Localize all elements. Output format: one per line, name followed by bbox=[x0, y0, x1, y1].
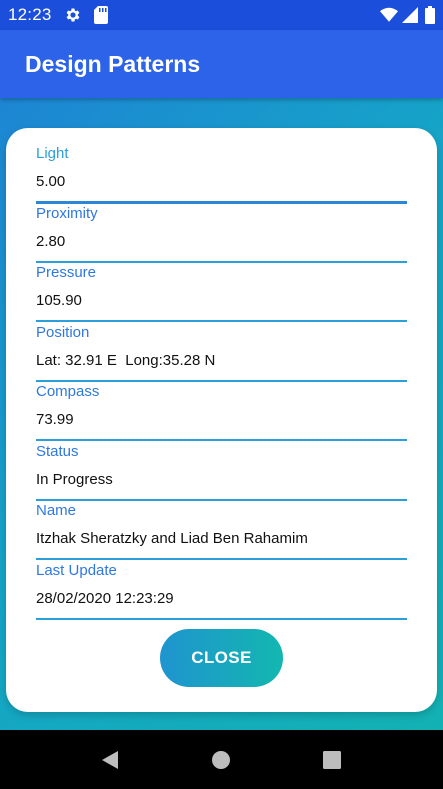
sensor-info-dialog: Light 5.00 Proximity 2.80 Pressure 105.9… bbox=[6, 128, 437, 712]
compass-field[interactable]: Compass 73.99 bbox=[36, 366, 407, 441]
status-bar: 12:23 bbox=[0, 0, 443, 30]
compass-label: Compass bbox=[36, 383, 100, 400]
app-title: Design Patterns bbox=[25, 51, 201, 77]
pressure-field[interactable]: Pressure 105.90 bbox=[36, 247, 407, 322]
name-label: Name bbox=[36, 502, 77, 519]
position-label: Position bbox=[36, 324, 90, 341]
last-update-label: Last Update bbox=[36, 562, 117, 579]
name-field[interactable]: Name Itzhak Sheratzky and Liad Ben Raham… bbox=[36, 485, 407, 560]
app-bar: Design Patterns bbox=[0, 30, 443, 98]
battery-icon bbox=[425, 6, 435, 24]
pressure-label: Pressure bbox=[36, 264, 97, 281]
back-icon[interactable] bbox=[98, 749, 120, 771]
recents-icon[interactable] bbox=[321, 749, 343, 771]
status-label: Status bbox=[36, 443, 79, 460]
last-update-value[interactable]: 28/02/2020 12:23:29 bbox=[36, 590, 174, 608]
last-update-underline bbox=[36, 618, 407, 620]
light-field[interactable]: Light 5.00 bbox=[36, 128, 407, 204]
wifi-icon bbox=[380, 7, 398, 22]
close-button[interactable]: CLOSE bbox=[160, 629, 283, 687]
signal-icon bbox=[402, 7, 418, 23]
sd-card-icon bbox=[94, 6, 108, 24]
gear-icon bbox=[66, 8, 80, 22]
status-time: 12:23 bbox=[8, 5, 52, 24]
navigation-bar bbox=[0, 730, 443, 789]
status-field[interactable]: Status In Progress bbox=[36, 426, 407, 501]
proximity-label: Proximity bbox=[36, 205, 98, 222]
last-update-field[interactable]: Last Update 28/02/2020 12:23:29 bbox=[36, 545, 407, 620]
home-icon[interactable] bbox=[210, 749, 232, 771]
light-label: Light bbox=[36, 145, 69, 162]
proximity-field[interactable]: Proximity 2.80 bbox=[36, 188, 407, 263]
position-field[interactable]: Position Lat: 32.91 E Long:35.28 N bbox=[36, 307, 407, 382]
